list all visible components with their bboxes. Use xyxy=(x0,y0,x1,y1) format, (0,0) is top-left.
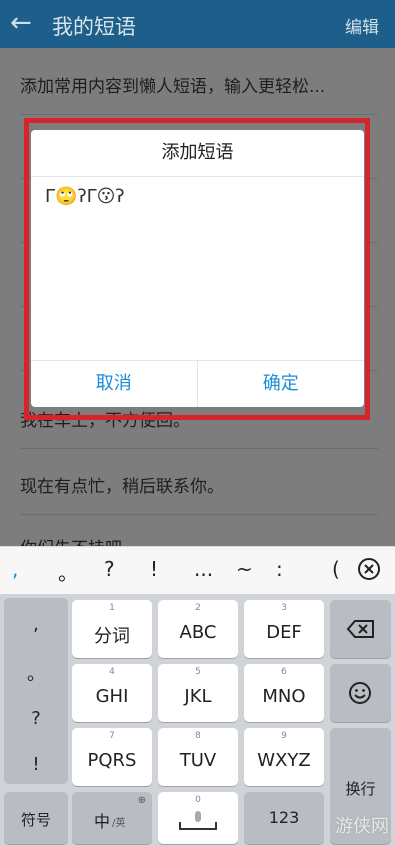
close-icon[interactable] xyxy=(358,558,380,580)
key-6[interactable]: 6 MNO xyxy=(244,664,324,722)
symbol-key[interactable]: ! xyxy=(150,557,158,581)
dialog-title: 添加短语 xyxy=(31,130,364,177)
microphone-icon xyxy=(179,811,217,830)
list-item[interactable]: 你们先不挂吧 xyxy=(20,534,380,546)
key-number: 2 xyxy=(195,603,201,613)
key-label: WXYZ xyxy=(257,750,311,771)
enter-label: 换行 xyxy=(345,780,376,798)
back-arrow-icon[interactable]: ← xyxy=(10,8,32,38)
number-switch-key[interactable]: 123 xyxy=(244,792,324,844)
key-label: PQRS xyxy=(87,750,137,771)
key-4[interactable]: 4 GHI xyxy=(72,664,152,722)
symbol-key[interactable]: : xyxy=(276,557,283,581)
add-phrase-dialog: 添加短语 ᒥ🙄ʔᒥ😗ʔ 取消 确定 xyxy=(31,130,364,407)
punc-key[interactable]: ? xyxy=(4,708,68,729)
key-number: 8 xyxy=(195,731,201,741)
symbol-key[interactable]: ~ xyxy=(236,557,253,581)
key-number: 1 xyxy=(109,603,115,613)
phrase-input[interactable]: ᒥ🙄ʔᒥ😗ʔ xyxy=(45,186,125,207)
symbol-key[interactable]: 。 xyxy=(58,557,78,586)
list-item[interactable]: 添加常用内容到懒人短语，输入更轻松... xyxy=(20,72,380,97)
space-key[interactable]: 0 xyxy=(158,792,238,844)
key-number: 0 xyxy=(195,795,201,805)
key-label: TUV xyxy=(179,750,217,771)
punc-key[interactable]: 。 xyxy=(4,660,68,686)
key-number: 5 xyxy=(195,667,201,677)
dialog-buttons: 取消 确定 xyxy=(31,360,364,407)
backspace-icon xyxy=(346,620,374,638)
app-bar: ← 我的短语 编辑 xyxy=(0,0,395,48)
symbol-key[interactable]: ( xyxy=(332,557,340,581)
key-sublabel: /英 xyxy=(112,818,126,829)
key-2[interactable]: 2 ABC xyxy=(158,600,238,658)
key-label: JKL xyxy=(184,686,212,707)
key-label: MNO xyxy=(262,686,306,707)
key-number: 6 xyxy=(281,667,287,677)
divider xyxy=(20,448,378,449)
symbol-key[interactable]: , xyxy=(12,557,18,581)
key-3[interactable]: 3 DEF xyxy=(244,600,324,658)
symbol-switch-key[interactable]: 符号 xyxy=(4,792,68,844)
globe-icon: ⊕ xyxy=(137,795,146,806)
key-label: ABC xyxy=(179,622,217,643)
key-number: 7 xyxy=(109,731,115,741)
key-label: 123 xyxy=(268,808,300,827)
watermark: 游侠网 xyxy=(335,816,389,837)
key-9[interactable]: 9 WXYZ xyxy=(244,728,324,786)
smiley-icon xyxy=(349,682,371,704)
language-switch-key[interactable]: ⊕ 中 /英 xyxy=(72,792,152,844)
key-5[interactable]: 5 JKL xyxy=(158,664,238,722)
confirm-button[interactable]: 确定 xyxy=(198,361,365,407)
keyboard: , 。 ? ! 1 分词 2 ABC 3 DEF 4 GHI 5 JKL 6 M… xyxy=(0,594,395,846)
key-number: 9 xyxy=(281,731,287,741)
key-label: DEF xyxy=(266,622,302,643)
key-label: 分词 xyxy=(94,626,130,647)
key-number: 4 xyxy=(109,667,115,677)
punctuation-column: , 。 ? ! xyxy=(4,598,68,784)
backspace-key[interactable] xyxy=(330,600,391,658)
symbol-key[interactable]: ... xyxy=(194,557,213,581)
key-8[interactable]: 8 TUV xyxy=(158,728,238,786)
punc-key[interactable]: ! xyxy=(4,754,68,775)
punc-key[interactable]: , xyxy=(4,614,68,635)
symbol-key[interactable]: ? xyxy=(104,557,115,581)
key-7[interactable]: 7 PQRS xyxy=(72,728,152,786)
symbol-bar: , 。 ? ! ... ~ : ( xyxy=(0,546,395,595)
cancel-button[interactable]: 取消 xyxy=(31,361,198,407)
divider xyxy=(20,114,378,115)
key-label: 符号 xyxy=(20,811,51,829)
list-item[interactable]: 现在有点忙，稍后联系你。 xyxy=(20,472,380,497)
edit-button[interactable]: 编辑 xyxy=(345,13,379,38)
page-title: 我的短语 xyxy=(52,15,136,39)
key-1[interactable]: 1 分词 xyxy=(72,600,152,658)
key-label: 中 xyxy=(94,812,111,831)
divider xyxy=(20,514,378,515)
key-label: GHI xyxy=(95,686,129,707)
key-number: 3 xyxy=(281,603,287,613)
emoji-key[interactable] xyxy=(330,664,391,722)
